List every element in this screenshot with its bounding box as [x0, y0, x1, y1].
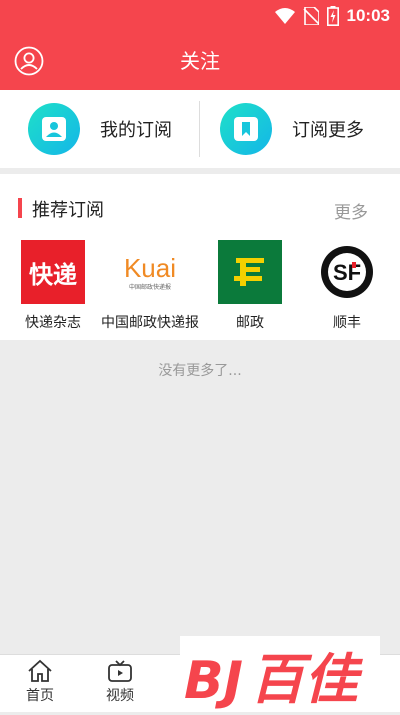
person-card-icon: [42, 117, 66, 141]
kuai-logo: Kuai 中国邮政快递报: [118, 240, 182, 304]
more-subscriptions-icon-circle: [220, 103, 272, 155]
china-post-logo: [218, 240, 282, 304]
recommended-item-china-post-express-news[interactable]: Kuai 中国邮政快递报 中国邮政快递报: [100, 240, 200, 332]
nav-video[interactable]: 视频: [80, 655, 160, 712]
list-item-name: 顺丰: [333, 315, 361, 331]
watermark-logo: BJ 百佳: [180, 636, 380, 711]
list-item-name: 邮政: [236, 315, 264, 331]
kuaidi-logo-text: 快递: [29, 260, 77, 289]
battery-icon: [326, 6, 339, 26]
kuai-logo-text: Kuai: [123, 252, 177, 283]
sf-emblem-icon: SF: [321, 246, 373, 298]
app-header: 关注: [0, 32, 400, 90]
more-subscriptions-button[interactable]: 订阅更多: [200, 90, 399, 168]
my-subscriptions-button[interactable]: 我的订阅: [0, 90, 199, 168]
recommended-title: 推荐订阅: [32, 200, 104, 221]
more-subscriptions-label: 订阅更多: [292, 120, 364, 141]
my-subscriptions-label: 我的订阅: [100, 120, 172, 141]
watermark-graphic: BJ 百佳: [184, 648, 363, 711]
home-icon: [28, 659, 52, 682]
no-more-text: 没有更多了...: [158, 363, 242, 379]
section-accent-bar: [18, 198, 22, 218]
svg-text:BJ: BJ: [184, 651, 243, 711]
my-subscriptions-icon-circle: [28, 103, 80, 155]
no-sim-icon: [302, 7, 319, 25]
kuai-logo-subtext: 中国邮政快递报: [128, 283, 171, 291]
recommended-more-link[interactable]: 更多: [334, 198, 368, 223]
status-time: 10:03: [346, 6, 390, 25]
status-bar: 10:03: [0, 0, 400, 32]
list-item-name: 快递杂志: [25, 315, 81, 331]
svg-text:SF: SF: [333, 260, 361, 285]
recommended-header: 推荐订阅 更多: [0, 174, 400, 244]
recommended-section: 推荐订阅 更多 快递 快递杂志 Kuai 中国邮政快递报 中国邮政快递报 邮政: [0, 174, 400, 340]
recommended-item-kuaidi-magazine[interactable]: 快递 快递杂志: [3, 240, 103, 332]
nav-label: 首页: [26, 688, 54, 704]
sf-logo: SF: [315, 240, 379, 304]
subscription-actions: 我的订阅 订阅更多: [0, 90, 400, 168]
nav-label: 视频: [106, 688, 134, 704]
recommended-item-sf-express[interactable]: SF 顺丰: [297, 240, 397, 332]
tv-icon: [108, 660, 132, 682]
china-post-emblem-icon: [234, 258, 264, 286]
recommended-list: 快递 快递杂志 Kuai 中国邮政快递报 中国邮政快递报 邮政 SF 顺丰: [0, 240, 400, 336]
bookmark-icon: [234, 117, 258, 141]
kuaidi-magazine-logo: 快递: [21, 240, 85, 304]
page-title: 关注: [180, 49, 220, 73]
recommended-item-china-post[interactable]: 邮政: [200, 240, 300, 332]
svg-text:百佳: 百佳: [250, 648, 363, 711]
list-item-name: 中国邮政快递报: [101, 315, 199, 331]
nav-home[interactable]: 首页: [0, 655, 80, 712]
wifi-icon: [274, 8, 295, 24]
